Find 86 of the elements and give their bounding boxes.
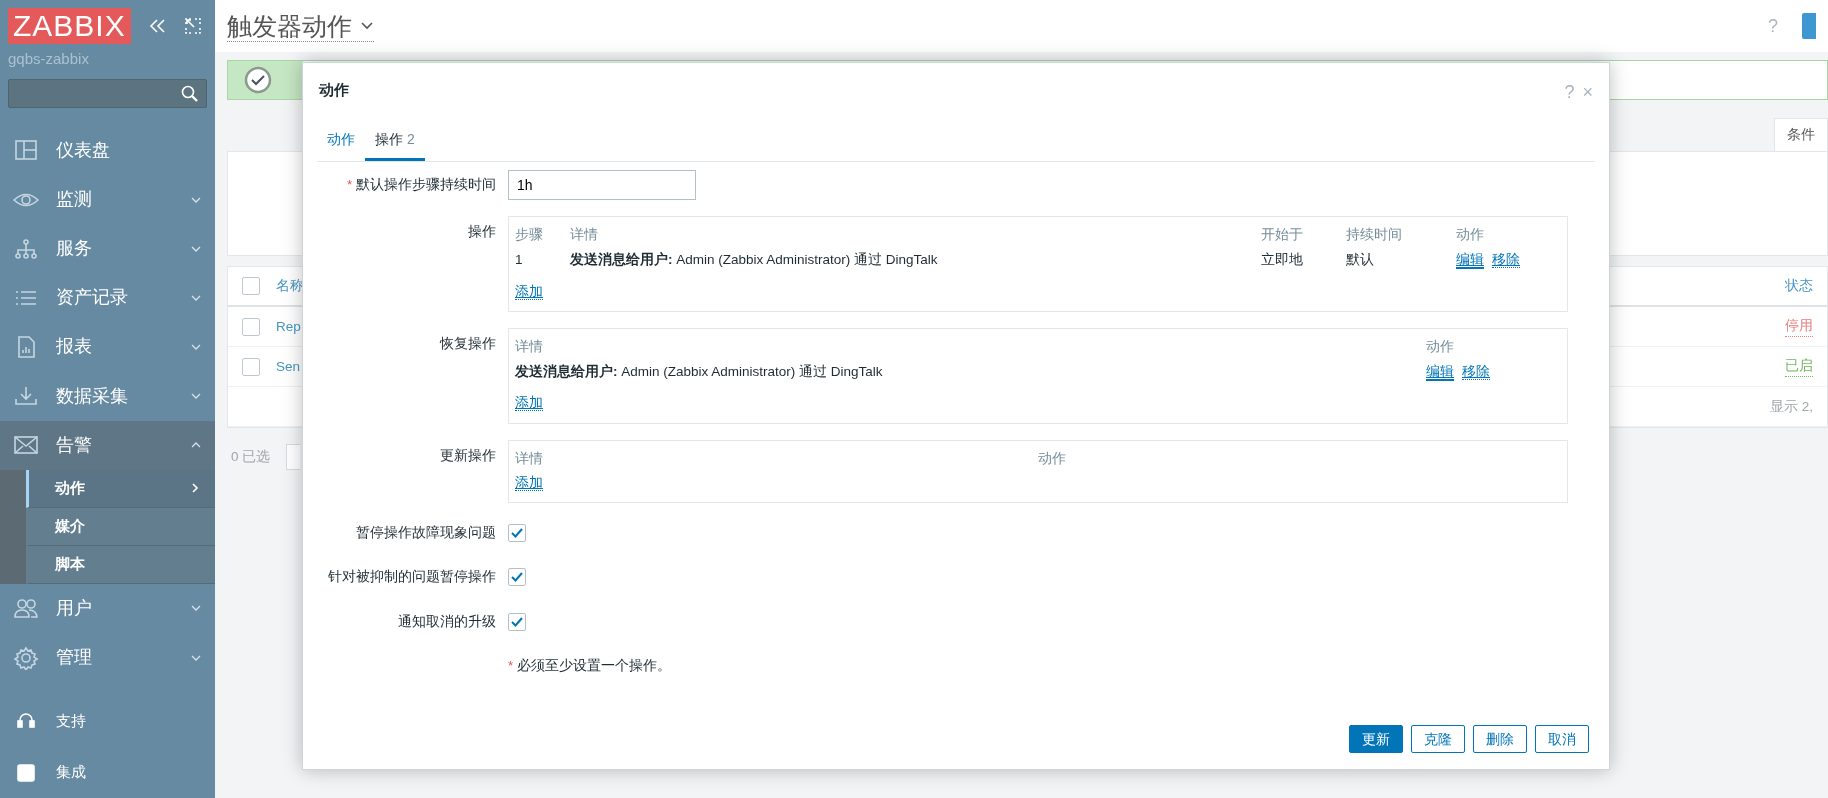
pagination-info: 显示 2, <box>1770 397 1813 416</box>
chevron-down-icon <box>191 195 201 204</box>
menu-item[interactable]: 告警 <box>0 420 215 470</box>
chevron-down-icon <box>191 604 201 613</box>
column-header: 步骤 <box>515 223 570 248</box>
row-checkbox[interactable] <box>242 317 260 336</box>
close-button[interactable]: × <box>1582 79 1593 106</box>
table-cell: 发送消息给用户: Admin (Zabbix Administrator) 通过 DingTalk <box>515 359 1426 386</box>
hierarchy-icon <box>12 236 40 261</box>
menu-item[interactable]: 管理 <box>0 632 215 683</box>
search-field[interactable] <box>8 78 207 108</box>
dialog-button[interactable]: 删除 <box>1473 725 1527 753</box>
menu-item[interactable]: 仪表盘 <box>0 125 215 175</box>
checkbox[interactable] <box>508 612 526 631</box>
table-cell: 发送消息给用户: Admin (Zabbix Administrator) 通过 DingTalk <box>570 247 1261 274</box>
checkbox[interactable] <box>508 568 526 587</box>
edit-link[interactable]: 编辑 <box>1426 364 1454 381</box>
gear-icon <box>12 645 40 670</box>
help-button[interactable]: ? <box>1768 12 1778 40</box>
edit-link[interactable]: 编辑 <box>1456 252 1484 270</box>
column-header: 开始于 <box>1261 223 1346 248</box>
search-icon[interactable] <box>180 84 198 103</box>
column-header: 详情 <box>515 334 1426 359</box>
help-button[interactable]: ? <box>1564 79 1575 106</box>
add-link[interactable]: 添加 <box>515 395 543 412</box>
chevron-right-icon <box>189 482 201 495</box>
status-link[interactable]: 停用 <box>1785 316 1813 338</box>
duration-field[interactable]: 1h <box>508 170 696 200</box>
table-cell: 默认 <box>1346 247 1456 274</box>
field-label: 恢复操作 <box>438 334 497 353</box>
column-header: 动作 <box>1038 449 1067 468</box>
users-icon <box>12 596 40 621</box>
add-link[interactable]: 添加 <box>515 283 543 300</box>
add-link[interactable]: 添加 <box>515 474 543 491</box>
dialog-button[interactable]: 取消 <box>1535 725 1589 753</box>
column-header: 详情 <box>515 446 1038 471</box>
remove-link[interactable]: 移除 <box>1492 252 1520 269</box>
menu-item[interactable]: 支持 <box>0 695 215 747</box>
menu-item[interactable]: 服务 <box>0 224 215 274</box>
submenu-item[interactable]: 动作 <box>26 469 215 508</box>
status-link[interactable]: 已启 <box>1785 356 1813 378</box>
dashboard-icon <box>12 138 40 163</box>
expand-icon[interactable] <box>182 16 203 36</box>
menu-item[interactable]: 资产记录 <box>0 273 215 323</box>
submenu-item[interactable]: 媒介 <box>26 507 215 546</box>
page-title[interactable]: 触发器动作 <box>227 10 374 42</box>
tab[interactable]: 动作 <box>317 121 365 161</box>
logo: ZABBIX <box>8 8 131 44</box>
menu-item[interactable]: 监测 <box>0 175 215 225</box>
submenu-item[interactable]: 脚本 <box>26 545 215 584</box>
menu-item[interactable]: 用户 <box>0 583 215 633</box>
remove-link[interactable]: 移除 <box>1462 364 1490 380</box>
field-label: 更新操作 <box>439 446 497 465</box>
menu-item[interactable]: 数据采集 <box>0 371 215 421</box>
check-icon <box>244 66 272 94</box>
field-label: 操作 <box>467 223 497 241</box>
chevron-down-icon <box>191 342 201 351</box>
column-header: 动作 <box>1456 226 1485 244</box>
chevron-down-icon <box>191 392 201 401</box>
field-label: 针对被抑制的问题暂停操作 <box>327 568 497 587</box>
chevron-down-icon <box>191 653 201 662</box>
menu-item[interactable]: 报表 <box>0 322 215 372</box>
row-checkbox[interactable] <box>242 357 260 376</box>
table-cell: 1 <box>515 247 570 274</box>
column-header: 详情 <box>570 223 1261 248</box>
field-label: 通知取消的升级 <box>397 612 497 631</box>
chevron-up-icon <box>191 441 201 450</box>
column-header: 动作 <box>1426 337 1455 356</box>
column-header: 持续时间 <box>1346 223 1456 248</box>
column-header[interactable]: 状态 <box>1785 276 1813 297</box>
tab[interactable]: 操作 2 <box>365 121 425 161</box>
menu-item[interactable]: 集成 <box>0 746 215 798</box>
table-cell: 立即地 <box>1261 247 1346 274</box>
server-name: gqbs-zabbix <box>7 49 90 69</box>
filter-tab[interactable]: 条件 <box>1774 118 1828 152</box>
update-button[interactable]: 更新 <box>1349 725 1403 753</box>
checkbox[interactable] <box>508 524 526 543</box>
dialog-button[interactable]: 克隆 <box>1411 725 1465 753</box>
field-label: 暂停操作故障现象问题 <box>355 524 497 542</box>
field-label: * 默认操作步骤持续时间 <box>345 175 497 194</box>
dialog-title: 动作 <box>319 80 350 100</box>
required-note: * 必须至少设置一个操作。 <box>508 656 672 675</box>
chevron-down-icon <box>191 293 201 302</box>
chevron-down-icon <box>191 244 201 253</box>
row-checkbox[interactable] <box>242 277 260 296</box>
selected-count: 0 已选 <box>231 448 271 467</box>
